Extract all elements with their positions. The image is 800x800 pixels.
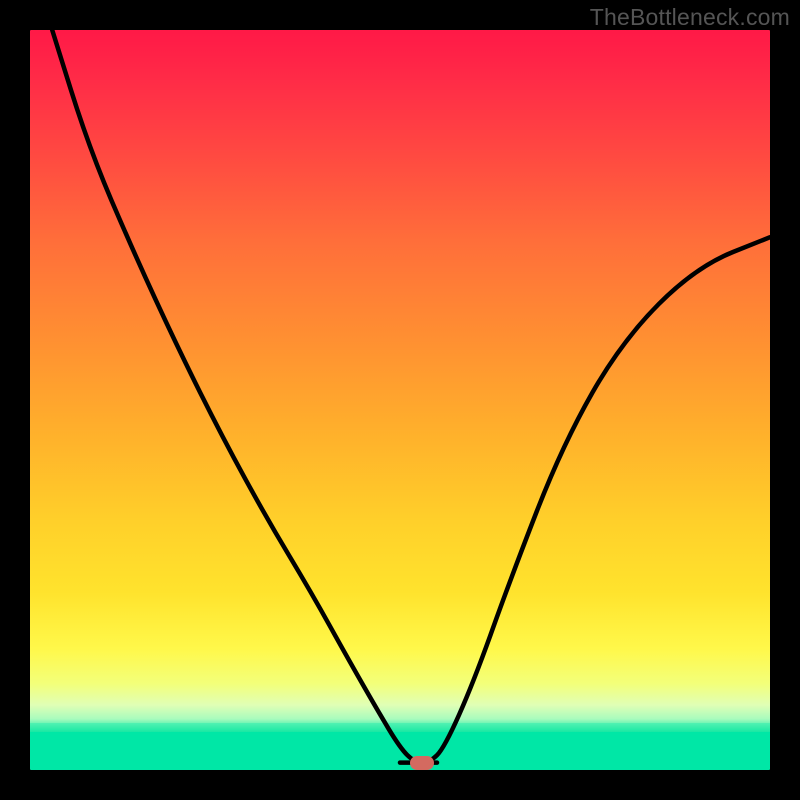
- plot-area: [30, 30, 770, 770]
- bottleneck-curve: [52, 30, 770, 763]
- chart-frame: TheBottleneck.com: [0, 0, 800, 800]
- watermark-text: TheBottleneck.com: [590, 4, 790, 31]
- curve-svg: [30, 30, 770, 770]
- minimum-marker: [410, 756, 434, 770]
